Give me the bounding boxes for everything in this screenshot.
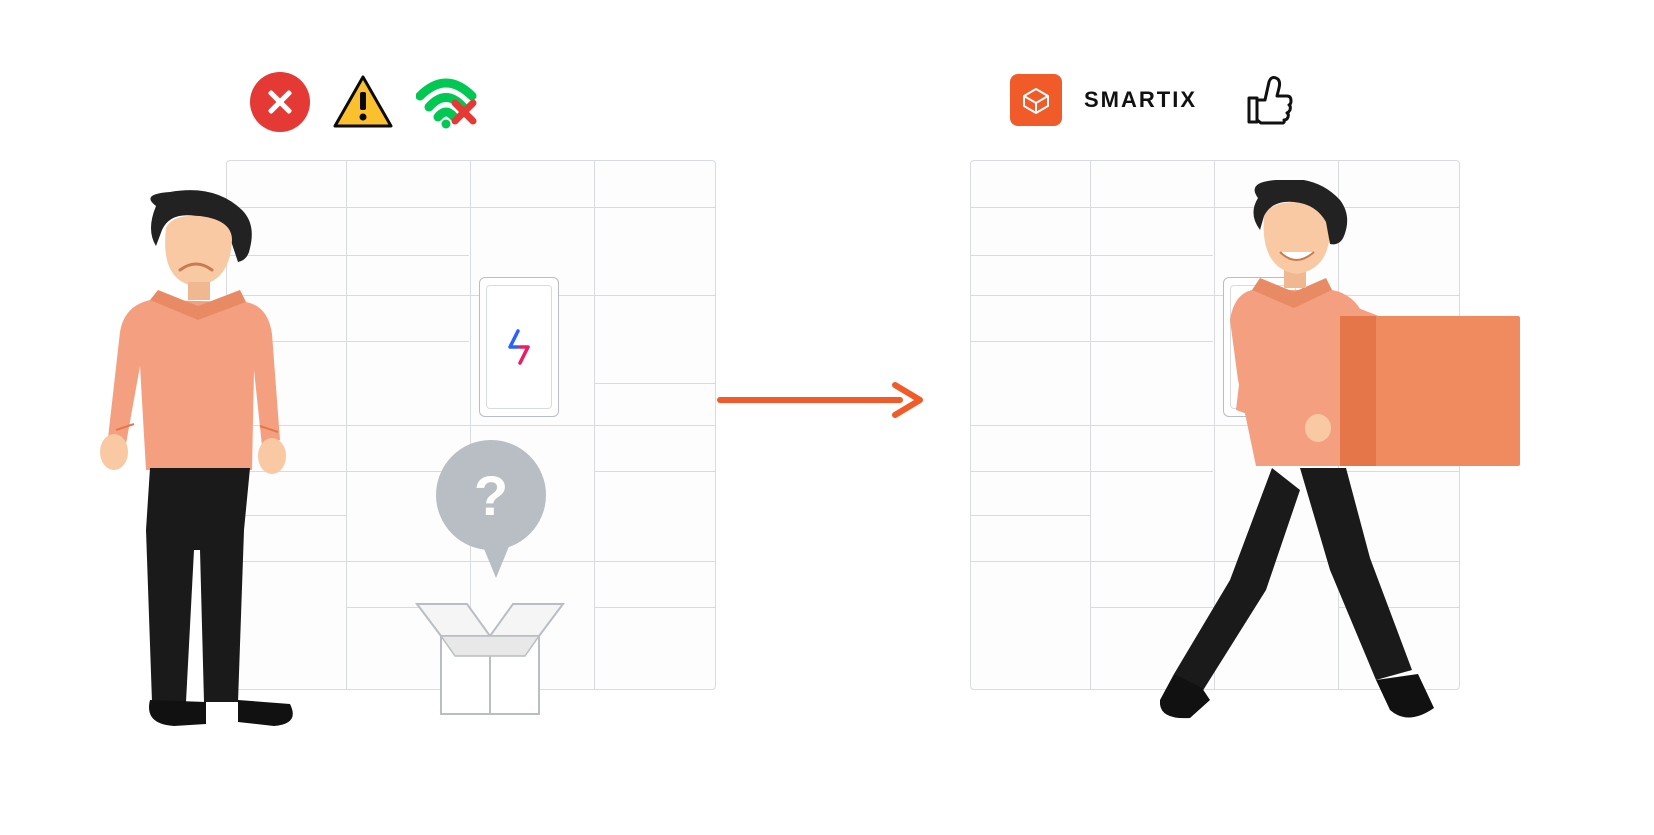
wifi-off-icon: [416, 74, 484, 130]
problem-icons-row: [250, 72, 484, 132]
smartix-logo-icon: [1010, 74, 1062, 126]
arrow-transition-icon: [715, 380, 930, 420]
thumbs-up-icon: [1239, 72, 1295, 128]
brand-label: SMARTIX: [1084, 87, 1197, 113]
question-bubble: ?: [436, 440, 546, 550]
generic-logo-icon: [504, 327, 534, 367]
solution-icons-row: SMARTIX: [1010, 72, 1295, 128]
warning-icon: [332, 74, 394, 130]
person-sad-icon: [70, 190, 330, 750]
package-box-icon: [1340, 316, 1520, 466]
locker-screen-problem: [479, 277, 559, 417]
question-mark: ?: [474, 463, 508, 528]
empty-box-icon: [415, 590, 565, 720]
question-bubble-tail: [482, 544, 510, 578]
error-icon: [250, 72, 310, 132]
